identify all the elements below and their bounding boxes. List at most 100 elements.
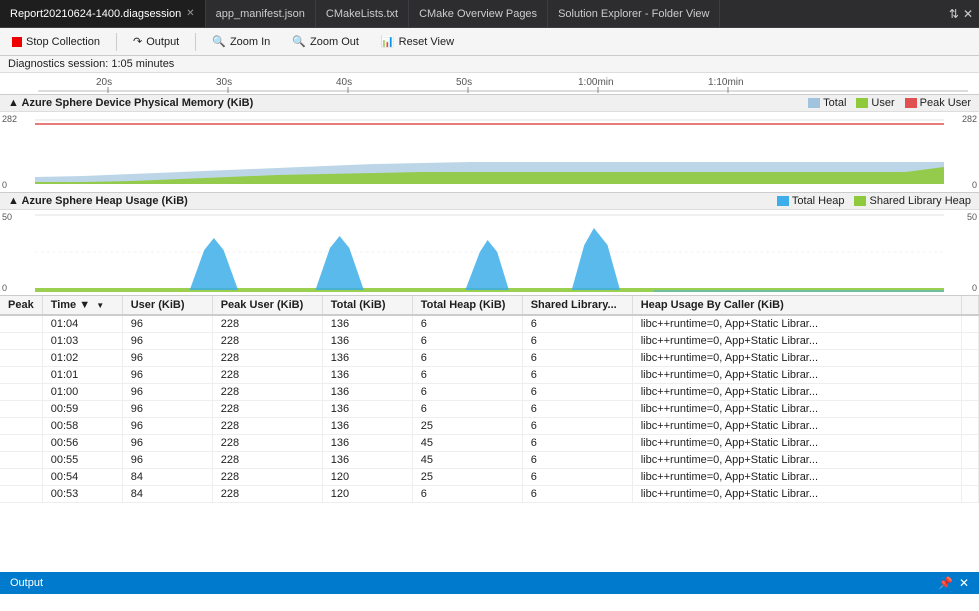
tab-manifest-label: app_manifest.json: [216, 8, 305, 20]
cell-8: [962, 367, 979, 384]
reset-view-button[interactable]: 📊 Reset View: [375, 33, 460, 50]
stop-collection-button[interactable]: Stop Collection: [6, 34, 106, 50]
cell-8: [962, 401, 979, 418]
chart1-title: ▲ Azure Sphere Device Physical Memory (K…: [8, 97, 253, 109]
main-content: 20s 30s 40s 50s 1:00min 1:10min ▲ Azure …: [0, 73, 979, 611]
chart2-title-bar: ▲ Azure Sphere Heap Usage (KiB) Total He…: [0, 193, 979, 210]
cell-8: [962, 435, 979, 452]
legend-total-heap: Total Heap: [777, 195, 845, 207]
time-ruler-inner: 20s 30s 40s 50s 1:00min 1:10min: [8, 73, 971, 94]
cell-3: 228: [212, 418, 322, 435]
time-ruler: 20s 30s 40s 50s 1:00min 1:10min: [0, 73, 979, 95]
data-table-container[interactable]: Peak Time ▼ ▼ User (KiB) Peak User (KiB): [0, 296, 979, 611]
table-body: 01:049622813666libc++runtime=0, App+Stat…: [0, 315, 979, 503]
zoom-out-button[interactable]: 🔍 Zoom Out: [286, 33, 365, 50]
col-total[interactable]: Total (KiB): [322, 296, 412, 315]
cell-4: 136: [322, 384, 412, 401]
cell-5: 6: [412, 367, 522, 384]
cell-2: 84: [122, 469, 212, 486]
legend-total-color: [808, 98, 820, 108]
cell-4: 136: [322, 418, 412, 435]
close-output-icon[interactable]: ✕: [959, 576, 969, 590]
zoom-in-label: Zoom In: [230, 36, 270, 48]
col-time[interactable]: Time ▼ ▼: [42, 296, 122, 315]
cell-5: 45: [412, 435, 522, 452]
table-row: 00:599622813666libc++runtime=0, App+Stat…: [0, 401, 979, 418]
tab-solution[interactable]: Solution Explorer - Folder View: [548, 0, 720, 27]
chart2-y-min-right: 0: [972, 283, 977, 293]
tab-manifest[interactable]: app_manifest.json: [206, 0, 316, 27]
cell-3: 228: [212, 367, 322, 384]
pin-icon[interactable]: ⇅: [949, 7, 959, 21]
cell-heap-usage: libc++runtime=0, App+Static Librar...: [632, 452, 961, 469]
cell-4: 136: [322, 367, 412, 384]
sort-icon: ▼: [96, 301, 104, 310]
cell-1: 01:04: [42, 315, 122, 333]
col-total-heap[interactable]: Total Heap (KiB): [412, 296, 522, 315]
cell-1: 00:55: [42, 452, 122, 469]
stop-collection-label: Stop Collection: [26, 36, 100, 48]
zoom-out-label: Zoom Out: [310, 36, 359, 48]
col-peak-user[interactable]: Peak User (KiB): [212, 296, 322, 315]
cell-5: 25: [412, 469, 522, 486]
cell-8: [962, 315, 979, 333]
chart1-y-max: 282: [2, 114, 17, 124]
table-row: 00:5596228136456libc++runtime=0, App+Sta…: [0, 452, 979, 469]
chart2-y-max-right: 50: [967, 212, 977, 222]
cell-heap-usage: libc++runtime=0, App+Static Librar...: [632, 435, 961, 452]
tab-close-diag[interactable]: ✕: [186, 8, 194, 19]
chart1-legend: Total User Peak User: [808, 97, 971, 109]
data-table: Peak Time ▼ ▼ User (KiB) Peak User (KiB): [0, 296, 979, 503]
cell-2: 96: [122, 367, 212, 384]
cell-1: 00:54: [42, 469, 122, 486]
col-heap-usage[interactable]: Heap Usage By Caller (KiB): [632, 296, 961, 315]
zoom-in-button[interactable]: 🔍 Zoom In: [206, 33, 276, 50]
cell-0: [0, 384, 42, 401]
cell-6: 6: [522, 452, 632, 469]
cell-6: 6: [522, 315, 632, 333]
cell-3: 228: [212, 384, 322, 401]
cell-0: [0, 486, 42, 503]
svg-text:1:10min: 1:10min: [708, 77, 744, 88]
cell-3: 228: [212, 401, 322, 418]
tab-solution-label: Solution Explorer - Folder View: [558, 8, 709, 20]
tab-actions: ⇅ ✕: [943, 7, 979, 21]
cell-5: 6: [412, 333, 522, 350]
svg-text:30s: 30s: [216, 77, 232, 88]
cell-3: 228: [212, 315, 322, 333]
tab-cmake-overview[interactable]: CMake Overview Pages: [409, 0, 548, 27]
output-button[interactable]: ↷ Output: [127, 33, 185, 50]
col-peak[interactable]: Peak: [0, 296, 42, 315]
pin-output-icon[interactable]: 📌: [938, 576, 953, 590]
output-bar-actions: 📌 ✕: [938, 576, 969, 590]
cell-3: 228: [212, 435, 322, 452]
table-header-row: Peak Time ▼ ▼ User (KiB) Peak User (KiB): [0, 296, 979, 315]
cell-4: 136: [322, 452, 412, 469]
charts-area: 20s 30s 40s 50s 1:00min 1:10min ▲ Azure …: [0, 73, 979, 296]
cell-3: 228: [212, 333, 322, 350]
cell-5: 6: [412, 350, 522, 367]
cell-6: 6: [522, 418, 632, 435]
cell-heap-usage: libc++runtime=0, App+Static Librar...: [632, 384, 961, 401]
tab-diag[interactable]: Report20210624-1400.diagsession ✕: [0, 0, 206, 27]
zoom-in-icon: 🔍: [212, 35, 226, 48]
table-row: 01:019622813666libc++runtime=0, App+Stat…: [0, 367, 979, 384]
cell-8: [962, 333, 979, 350]
legend-user-label: User: [871, 97, 894, 109]
cell-heap-usage: libc++runtime=0, App+Static Librar...: [632, 315, 961, 333]
cell-4: 136: [322, 315, 412, 333]
chart2-legend: Total Heap Shared Library Heap: [777, 195, 971, 207]
col-user[interactable]: User (KiB): [122, 296, 212, 315]
chart1-section: ▲ Azure Sphere Device Physical Memory (K…: [0, 95, 979, 193]
tab-cmake-overview-label: CMake Overview Pages: [419, 8, 537, 20]
cell-1: 01:02: [42, 350, 122, 367]
col-shared[interactable]: Shared Library...: [522, 296, 632, 315]
cell-8: [962, 350, 979, 367]
svg-text:40s: 40s: [336, 77, 352, 88]
legend-peak-user-label: Peak User: [920, 97, 971, 109]
cell-1: 01:00: [42, 384, 122, 401]
cell-heap-usage: libc++runtime=0, App+Static Librar...: [632, 469, 961, 486]
tab-cmake[interactable]: CMakeLists.txt: [316, 0, 409, 27]
close-tabs-icon[interactable]: ✕: [963, 7, 973, 21]
cell-4: 136: [322, 401, 412, 418]
